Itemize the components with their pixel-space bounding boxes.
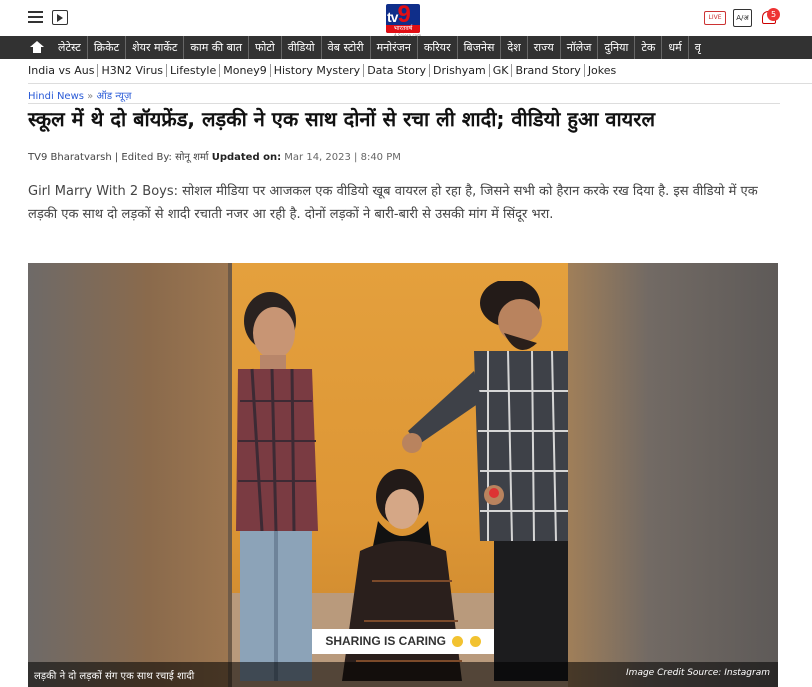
nav-item[interactable]: धर्म <box>662 36 689 59</box>
image-caption-bar: लड़की ने दो लड़कों संग एक साथ रचाई शादी … <box>28 662 778 687</box>
video-play-icon[interactable] <box>52 10 68 25</box>
language-icon[interactable]: A/अ <box>733 9 752 27</box>
image-caption: लड़की ने दो लड़कों संग एक साथ रचाई शादी <box>34 671 195 682</box>
nav-item[interactable]: टेक <box>635 36 663 59</box>
nav-item[interactable]: काम की बात <box>184 36 249 59</box>
breadcrumb-section[interactable]: ऑड न्यूज़ <box>96 91 131 102</box>
subnav-item[interactable]: H3N2 Virus <box>98 64 168 77</box>
nav-item[interactable]: फोटो <box>249 36 282 59</box>
breadcrumb-home[interactable]: Hindi News <box>28 91 84 102</box>
image-credit: Image Credit Source: Instagram <box>626 668 770 678</box>
nav-item[interactable]: वृ <box>689 36 707 59</box>
logo-strip: भारतवर्ष <box>386 25 420 33</box>
byline-updated-label: Updated on: <box>211 152 282 163</box>
breadcrumb-separator: » <box>87 91 94 102</box>
byline-editor[interactable]: सोनू शर्मा <box>175 152 208 163</box>
nav-item[interactable]: राज्य <box>528 36 561 59</box>
trending-subnav: India vs Aus H3N2 Virus Lifestyle Money9 His… <box>28 59 812 84</box>
nav-item[interactable]: वेब स्टोरी <box>322 36 371 59</box>
video-overlay-banner: SHARING IS CARING <box>312 629 494 654</box>
laugh-emoji-icon <box>469 636 481 648</box>
byline-source[interactable]: TV9 Bharatvarsh <box>28 152 112 163</box>
nav-item[interactable]: करियर <box>418 36 458 59</box>
notification-badge: 5 <box>767 8 780 21</box>
nav-item[interactable]: बिजनेस <box>458 36 502 59</box>
top-header: tv9 भारतवर्ष A Spiesa.com LIVE A/अ 5 <box>0 0 812 38</box>
byline-date: Mar 14, 2023 | 8:40 PM <box>284 152 401 163</box>
site-logo[interactable]: tv9 भारतवर्ष <box>386 4 420 33</box>
image-scene <box>236 281 568 681</box>
subnav-item[interactable]: India vs Aus <box>28 64 99 77</box>
subnav-item[interactable]: GK <box>489 64 513 77</box>
smile-emoji-icon <box>452 636 464 648</box>
nav-item[interactable]: दुनिया <box>598 36 636 59</box>
subnav-item[interactable]: Jokes <box>585 64 619 77</box>
subnav-item[interactable]: Money9 <box>220 64 271 77</box>
divider <box>28 103 780 104</box>
nav-item[interactable]: मनोरंजन <box>371 36 418 59</box>
subnav-item[interactable]: History Mystery <box>270 64 365 77</box>
article-byline: TV9 Bharatvarsh | Edited By: सोनू शर्मा … <box>28 149 401 163</box>
main-nav: लेटेस्ट क्रिकेट शेयर मार्केट काम की बात फोटो… <box>0 36 812 59</box>
nav-item[interactable]: वीडियो <box>282 36 322 59</box>
article-lead: Girl Marry With 2 Boys: सोशल मीडिया पर आ… <box>28 184 758 222</box>
byline-edited-label: | Edited By: <box>114 152 172 163</box>
overlay-text: SHARING IS CARING <box>325 634 446 648</box>
image-blur-right <box>563 263 778 687</box>
subnav-item[interactable]: Lifestyle <box>167 64 221 77</box>
nav-item[interactable]: शेयर मार्केट <box>126 36 185 59</box>
live-tv-icon[interactable]: LIVE <box>704 11 726 25</box>
subnav-item[interactable]: Brand Story <box>512 64 585 77</box>
nav-item[interactable]: लेटेस्ट <box>52 36 88 59</box>
nav-item[interactable]: नॉलेज <box>561 36 599 59</box>
nav-item[interactable]: देश <box>501 36 528 59</box>
article-image[interactable]: SHARING IS CARING लड़की ने दो लड़कों संग… <box>28 263 778 687</box>
nav-list: लेटेस्ट क्रिकेट शेयर मार्केट काम की बात फोटो… <box>52 36 707 59</box>
hamburger-icon[interactable] <box>28 11 43 23</box>
nav-item[interactable]: क्रिकेट <box>88 36 127 59</box>
subnav-item[interactable]: Drishyam <box>430 64 490 77</box>
image-blur-left <box>28 263 228 687</box>
subnav-item[interactable]: Data Story <box>364 64 431 77</box>
home-icon[interactable] <box>30 41 44 54</box>
article-title: स्कूल में थे दो बॉयफ्रेंड, लड़की ने एक स… <box>28 107 656 131</box>
breadcrumb: Hindi News » ऑड न्यूज़ <box>28 88 131 102</box>
